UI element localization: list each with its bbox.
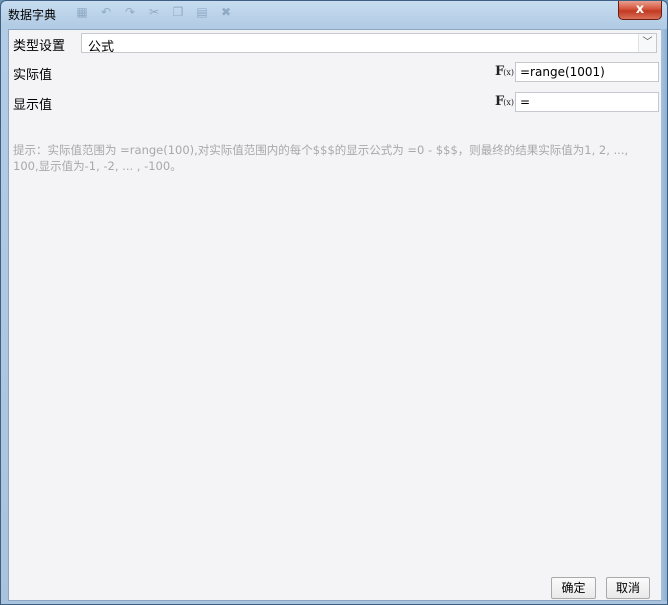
- close-icon: x: [635, 2, 645, 17]
- close-button[interactable]: x: [618, 1, 662, 20]
- window-border: [661, 29, 667, 601]
- display-value-row: 显示值 F(x) =: [9, 89, 661, 115]
- formula-icon[interactable]: F(x): [495, 94, 514, 109]
- actual-value-label: 实际值: [13, 68, 53, 83]
- redo-icon: ↷: [124, 5, 136, 19]
- type-select-value: 公式: [88, 40, 115, 55]
- formula-icon-f: F: [495, 94, 504, 109]
- dialog-window: 数据字典 ▦ ↶ ↷ ✂ ❐ ▤ ✖ x 类型设置 公式 ﹀ 实际值 F(x) …: [0, 0, 668, 605]
- formula-icon-x: (x): [503, 98, 514, 107]
- type-row: 类型设置 公式 ﹀: [9, 30, 661, 56]
- title-bar[interactable]: 数据字典 ▦ ↶ ↷ ✂ ❐ ▤ ✖ x: [1, 1, 667, 27]
- dialog-content: 类型设置 公式 ﹀ 实际值 F(x) =range(1001) 显示值 F(x)…: [8, 29, 662, 601]
- copy-icon: ❐: [172, 5, 184, 19]
- window-title: 数据字典: [8, 8, 57, 22]
- type-label: 类型设置: [13, 39, 66, 54]
- background-toolbar: ▦ ↶ ↷ ✂ ❐ ▤ ✖: [75, 5, 233, 21]
- cut-icon: ✂: [148, 5, 160, 19]
- hint-text: 提示：实际值范围为 =range(100),对实际值范围内的每个$$$的显示公式…: [13, 143, 629, 173]
- delete-icon: ✖: [220, 5, 232, 19]
- display-value-input[interactable]: =: [515, 92, 659, 112]
- cancel-button[interactable]: 取消: [606, 577, 650, 599]
- save-icon: ▦: [76, 5, 88, 19]
- formula-icon-f: F: [495, 64, 504, 79]
- actual-value-row: 实际值 F(x) =range(1001): [9, 59, 661, 85]
- formula-icon-x: (x): [503, 68, 514, 77]
- display-value-label: 显示值: [13, 98, 53, 113]
- undo-icon: ↶: [100, 5, 112, 19]
- chevron-down-icon[interactable]: ﹀: [638, 34, 656, 52]
- type-select[interactable]: 公式 ﹀: [81, 33, 657, 55]
- ok-button[interactable]: 确定: [551, 577, 596, 599]
- paste-icon: ▤: [196, 5, 208, 19]
- actual-value-input[interactable]: =range(1001): [515, 62, 659, 82]
- formula-icon[interactable]: F(x): [495, 64, 514, 79]
